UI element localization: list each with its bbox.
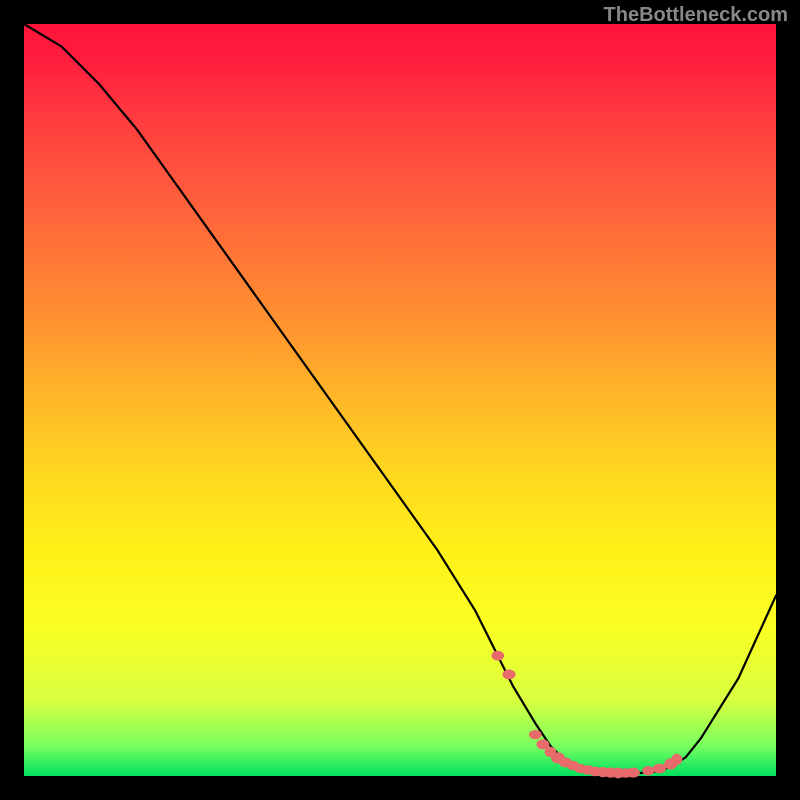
- plot-area: [24, 24, 776, 776]
- marker-point: [653, 764, 666, 774]
- marker-point: [529, 730, 542, 739]
- marker-point: [626, 768, 640, 778]
- bottleneck-curve: [24, 24, 776, 773]
- marker-point: [491, 651, 504, 661]
- marker-point: [671, 754, 682, 765]
- watermark-text: TheBottleneck.com: [604, 4, 788, 27]
- marker-group: [491, 651, 682, 779]
- marker-point: [502, 670, 515, 680]
- chart-svg: [24, 24, 776, 776]
- marker-point: [642, 766, 654, 775]
